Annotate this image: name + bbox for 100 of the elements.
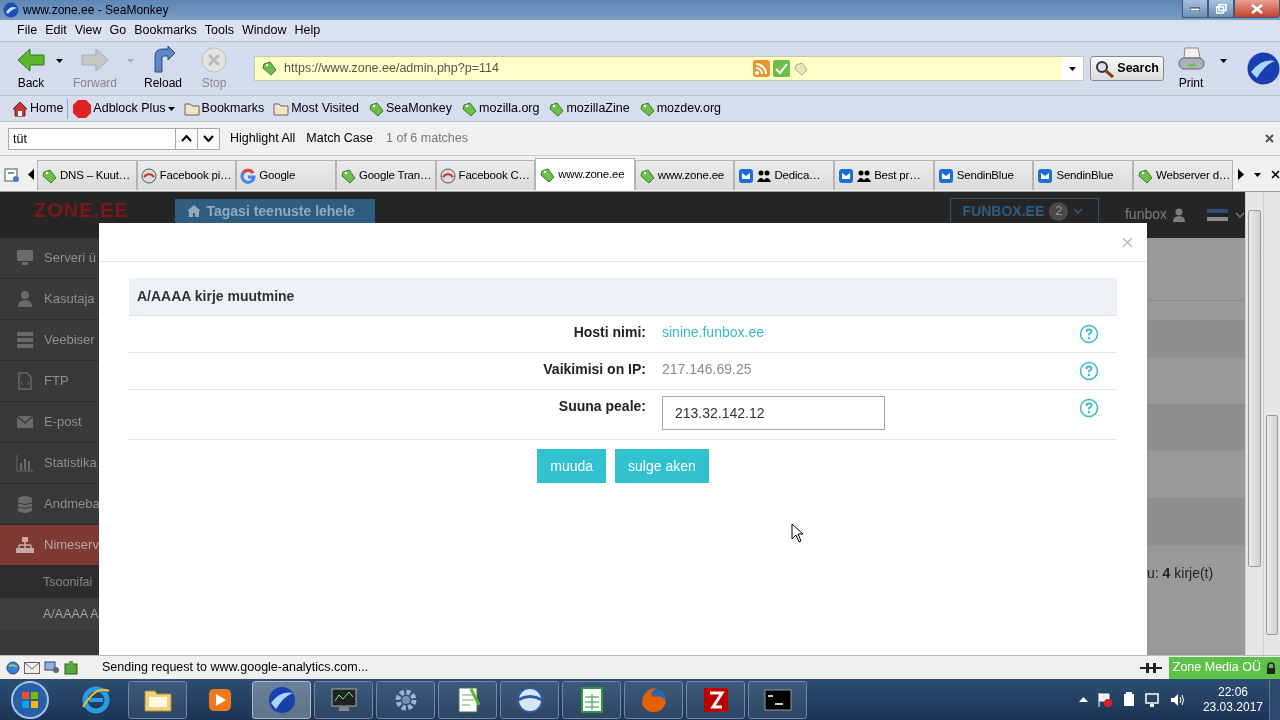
taskbar-app[interactable] [128,680,187,719]
browser-tab[interactable]: SendinBlue [933,160,1034,190]
search-icon [1095,59,1116,78]
tag-icon [792,61,808,76]
caret-icon[interactable] [1068,66,1076,71]
menu-item[interactable]: File [13,21,42,40]
scroll-right-icon[interactable] [1237,169,1245,180]
taskbar-app[interactable] [252,680,311,719]
taskbar-app[interactable] [748,680,807,719]
sidebar-subitem[interactable]: Tsoonifai [0,566,99,598]
tag-icon [461,100,477,117]
globe-icon[interactable] [6,660,20,675]
dropdown-button[interactable] [1061,57,1084,80]
browser-tab[interactable]: Facebook C… [435,160,536,190]
field-label: Vaikimisi on IP: [542,360,647,379]
browser-tab[interactable]: Google Tran… [335,160,436,190]
menu-item[interactable]: Go [105,21,131,40]
back-button[interactable]: Back [12,45,50,92]
print-button[interactable]: Print [1176,45,1206,92]
address-field[interactable]: https://www.zone.ee/admin.php?p=114 [254,56,1085,81]
search-button[interactable]: Search [1090,56,1164,81]
flag-icon[interactable] [1207,209,1228,221]
people-icon [857,169,872,182]
menu-item[interactable]: Help [290,21,325,40]
close-button[interactable] [1265,134,1274,143]
clock-time[interactable]: 22:06 [1202,684,1263,700]
envelope-icon[interactable] [24,661,40,674]
bookmark-item[interactable]: Bookmarks [183,99,265,118]
bookmark-item[interactable]: Most Visited [273,99,359,118]
close-button[interactable] [1234,0,1280,18]
back-arrow-icon [16,45,46,74]
menu-item[interactable]: Window [238,21,291,40]
reload-button[interactable]: Reload [140,45,187,92]
taskbar-app[interactable] [686,680,745,719]
browser-tab[interactable]: Best pr… [834,160,934,190]
tab-list-icon[interactable] [4,167,20,183]
caret-icon[interactable] [56,58,63,63]
scroll-left-icon[interactable] [28,169,35,180]
restore-icon [1215,3,1227,14]
user-name[interactable]: funbox [1124,206,1167,222]
home-icon [12,100,28,117]
chevron-icon[interactable] [1235,212,1245,218]
caret-icon[interactable] [1220,58,1227,63]
start-button[interactable] [10,679,50,720]
server-icon [16,331,34,349]
sitemap-icon [16,536,34,554]
flag-icon[interactable] [1096,691,1113,708]
bookmark-item[interactable]: SeaMonkey [368,99,452,118]
browser-tab[interactable]: Google [236,160,336,190]
find-option[interactable]: Match Case [305,129,375,148]
folder-icon [273,101,290,116]
folder-icon [183,101,200,116]
menu-item[interactable]: Bookmarks [130,21,201,40]
browser-tab[interactable]: www.zone.ee [535,158,635,190]
browser-tab[interactable]: Webserver d… [1133,160,1234,190]
find-field[interactable]: tüt [8,127,176,150]
scrollbar-thumb[interactable] [1248,210,1261,567]
caret-icon[interactable] [167,106,175,111]
close-tab-icon[interactable] [1271,170,1280,179]
caret-icon[interactable] [1254,173,1262,177]
find-option[interactable]: Highlight All [229,129,297,148]
stop-icon [200,45,229,74]
chat-icon[interactable] [44,660,60,675]
app-logo-icon [3,2,19,18]
tab-label: www.zone.ee [558,166,625,182]
taskbar-app[interactable] [562,680,621,719]
menu-item[interactable]: Edit [41,21,71,40]
app-logo-icon[interactable] [1247,52,1280,85]
bookmark-item[interactable]: mozillaZine [548,99,630,118]
menu-item[interactable]: Tools [200,21,238,40]
bookmark-item[interactable]: Adblock Plus [73,99,175,118]
puzzle-icon[interactable] [64,660,78,675]
tab-label: Facebook pi… [159,167,232,183]
scrollbar-thumb[interactable] [1265,415,1278,635]
restore-button[interactable] [1208,0,1234,18]
show-hidden-icon[interactable] [1078,697,1088,702]
browser-tab[interactable]: SendinBlue [1033,160,1134,190]
browser-tab[interactable]: Facebook pi… [136,160,237,190]
taskbar-app[interactable] [438,680,497,719]
bookmark-item[interactable]: Home [12,99,64,118]
bookmark-item[interactable]: mozdev.org [638,99,722,118]
browser-tab[interactable]: DNS – Kuut… [37,160,137,190]
taskbar-app[interactable] [500,680,559,719]
sidebar-subitem[interactable]: A/AAAA A [0,598,99,630]
tag-icon [41,167,57,184]
next-button[interactable] [197,127,220,150]
text-field[interactable]: 213.32.142.12 [662,396,885,430]
sidebar-item[interactable]: Nimeserv [0,525,99,566]
envelope-icon [937,167,954,184]
minimize-button[interactable] [1182,0,1208,18]
network-icon[interactable] [1144,691,1161,708]
menu-item[interactable]: View [70,21,106,40]
browser-tab[interactable]: Dedica… [734,160,835,190]
clock-date[interactable]: 23.03.2017 [1202,699,1263,715]
lock-icon [1266,661,1276,674]
envelope-icon [1037,167,1054,184]
bookmark-item[interactable]: mozilla.org [461,99,540,118]
browser-tab[interactable]: www.zone.ee [634,160,735,190]
tag-icon [368,100,384,117]
mouse-pointer-icon [791,523,804,543]
